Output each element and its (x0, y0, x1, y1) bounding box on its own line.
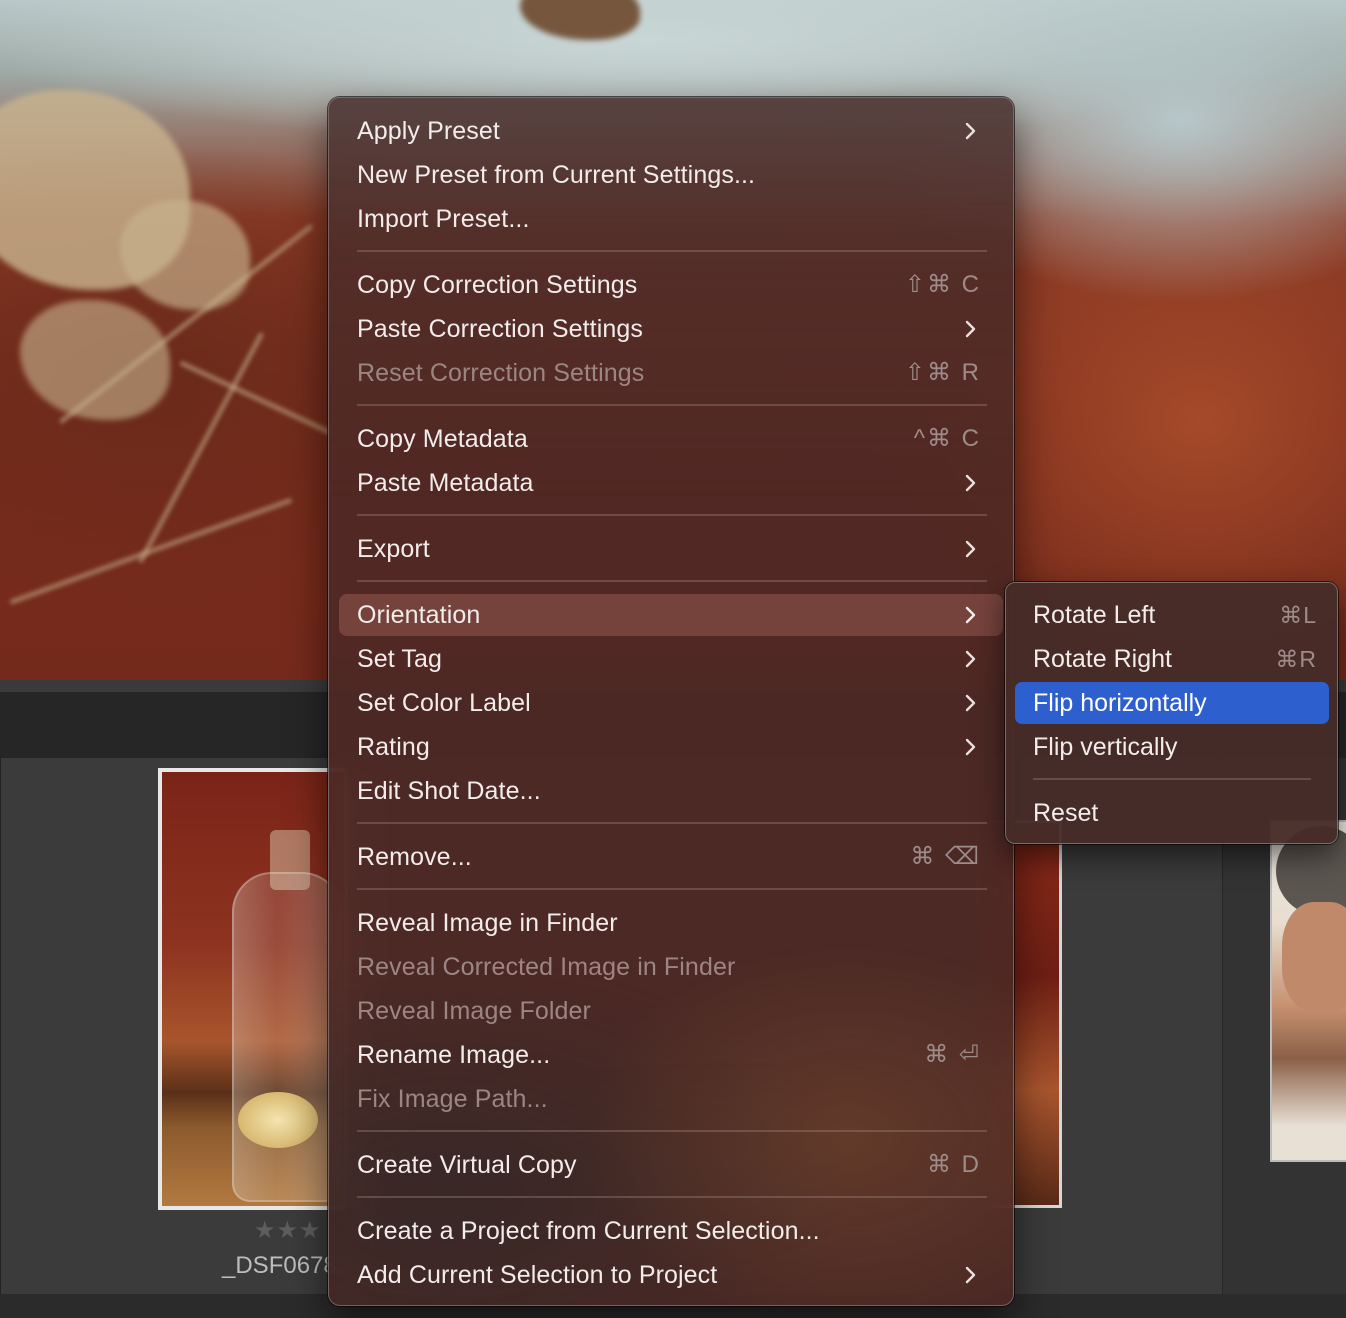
menu-item-shortcut: ⇧⌘ C (904, 271, 981, 298)
menu-item-remove[interactable]: Remove... ⌘ ⌫ (339, 836, 1003, 878)
menu-separator (357, 580, 987, 582)
menu-item-label: Copy Metadata (357, 425, 528, 453)
menu-item-label: Create a Project from Current Selection.… (357, 1217, 820, 1245)
menu-item-orientation[interactable]: Orientation (339, 594, 1003, 636)
submenu-item-rotate-left[interactable]: Rotate Left ⌘L (1015, 594, 1329, 636)
rating-stars[interactable]: ★★★ (254, 1216, 322, 1245)
menu-item-label: Remove... (357, 843, 472, 871)
submenu-item-label: Reset (1033, 799, 1099, 827)
menu-item-shortcut: ⌘ ⏎ (924, 1041, 981, 1068)
menu-item-label: Apply Preset (357, 117, 500, 145)
chevron-right-icon (965, 320, 976, 338)
menu-item-label: Reveal Image in Finder (357, 909, 618, 937)
submenu-item-rotate-right[interactable]: Rotate Right ⌘R (1015, 638, 1329, 680)
blurred-leaf (520, 0, 640, 40)
submenu-item-reset[interactable]: Reset (1015, 792, 1329, 834)
menu-item-edit-shot-date[interactable]: Edit Shot Date... (339, 770, 1003, 812)
menu-item-label: Add Current Selection to Project (357, 1261, 718, 1289)
menu-item-add-to-project[interactable]: Add Current Selection to Project (339, 1254, 1003, 1296)
menu-item-create-virtual-copy[interactable]: Create Virtual Copy ⌘ D (339, 1144, 1003, 1186)
submenu-item-label: Flip horizontally (1033, 689, 1207, 717)
chevron-right-icon (965, 540, 976, 558)
menu-item-label: Reveal Corrected Image in Finder (357, 953, 736, 981)
menu-item-label: Edit Shot Date... (357, 777, 541, 805)
menu-item-shortcut: ⌘ ⌫ (910, 843, 981, 870)
blurred-leaf (120, 200, 250, 310)
face (1282, 902, 1346, 1012)
menu-item-label: Rating (357, 733, 430, 761)
blurred-leaf (20, 300, 170, 420)
thumbnail-filename: _DSF0678 (222, 1252, 337, 1279)
chevron-right-icon (965, 474, 976, 492)
menu-item-shortcut: ⌘ D (927, 1151, 981, 1178)
submenu-item-shortcut: ⌘L (1279, 602, 1317, 628)
menu-item-set-color-label[interactable]: Set Color Label (339, 682, 1003, 724)
menu-item-reveal-image-folder: Reveal Image Folder (339, 990, 1003, 1032)
menu-item-label: Reset Correction Settings (357, 359, 645, 387)
menu-item-label: Import Preset... (357, 205, 530, 233)
menu-item-reveal-image-in-finder[interactable]: Reveal Image in Finder (339, 902, 1003, 944)
menu-item-set-tag[interactable]: Set Tag (339, 638, 1003, 680)
menu-item-label: Paste Correction Settings (357, 315, 643, 343)
submenu-item-flip-vertically[interactable]: Flip vertically (1015, 726, 1329, 768)
menu-item-new-preset[interactable]: New Preset from Current Settings... (339, 154, 1003, 196)
menu-item-label: New Preset from Current Settings... (357, 161, 756, 189)
menu-separator (357, 888, 987, 890)
menu-item-label: Reveal Image Folder (357, 997, 591, 1025)
menu-separator (357, 404, 987, 406)
menu-separator (357, 1130, 987, 1132)
submenu-item-flip-horizontally[interactable]: Flip horizontally (1015, 682, 1329, 724)
submenu-item-label: Rotate Right (1033, 645, 1172, 673)
menu-separator (357, 514, 987, 516)
menu-item-reveal-corrected-image: Reveal Corrected Image in Finder (339, 946, 1003, 988)
chevron-right-icon (965, 122, 976, 140)
menu-item-shortcut: ^⌘ C (913, 425, 981, 452)
menu-item-reset-correction-settings: Reset Correction Settings ⇧⌘ R (339, 352, 1003, 394)
menu-item-copy-correction-settings[interactable]: Copy Correction Settings ⇧⌘ C (339, 264, 1003, 306)
orientation-submenu: Rotate Left ⌘L Rotate Right ⌘R Flip hori… (1005, 582, 1338, 844)
menu-item-paste-metadata[interactable]: Paste Metadata (339, 462, 1003, 504)
menu-item-create-project[interactable]: Create a Project from Current Selection.… (339, 1210, 1003, 1252)
menu-item-label: Paste Metadata (357, 469, 534, 497)
menu-separator (357, 1196, 987, 1198)
menu-item-rename-image[interactable]: Rename Image... ⌘ ⏎ (339, 1034, 1003, 1076)
menu-item-label: Set Color Label (357, 689, 531, 717)
menu-item-shortcut: ⇧⌘ R (904, 359, 981, 386)
menu-item-paste-correction-settings[interactable]: Paste Correction Settings (339, 308, 1003, 350)
chevron-right-icon (965, 738, 976, 756)
bottle-label (238, 1092, 318, 1148)
submenu-separator (1033, 778, 1311, 780)
menu-item-label: Fix Image Path... (357, 1085, 548, 1113)
menu-item-label: Set Tag (357, 645, 443, 673)
menu-item-label: Rename Image... (357, 1041, 551, 1069)
blurred-stem (9, 497, 293, 605)
menu-item-label: Create Virtual Copy (357, 1151, 577, 1179)
chevron-right-icon (965, 650, 976, 668)
menu-item-apply-preset[interactable]: Apply Preset (339, 110, 1003, 152)
submenu-item-shortcut: ⌘R (1275, 646, 1317, 672)
thumbnail-image[interactable] (158, 768, 348, 1210)
submenu-item-label: Rotate Left (1033, 601, 1156, 629)
thumbnail-image[interactable] (1270, 820, 1346, 1162)
menu-item-rating[interactable]: Rating (339, 726, 1003, 768)
menu-item-import-preset[interactable]: Import Preset... (339, 198, 1003, 240)
menu-separator (357, 250, 987, 252)
menu-item-label: Copy Correction Settings (357, 271, 638, 299)
context-menu: Apply Preset New Preset from Current Set… (328, 97, 1014, 1306)
menu-item-export[interactable]: Export (339, 528, 1003, 570)
bottle (232, 872, 342, 1202)
submenu-item-label: Flip vertically (1033, 733, 1178, 761)
chevron-right-icon (965, 606, 976, 624)
chevron-right-icon (965, 1266, 976, 1284)
menu-item-label: Orientation (357, 601, 481, 629)
chevron-right-icon (965, 694, 976, 712)
menu-item-label: Export (357, 535, 430, 563)
menu-separator (357, 822, 987, 824)
menu-item-fix-image-path: Fix Image Path... (339, 1078, 1003, 1120)
menu-item-copy-metadata[interactable]: Copy Metadata ^⌘ C (339, 418, 1003, 460)
